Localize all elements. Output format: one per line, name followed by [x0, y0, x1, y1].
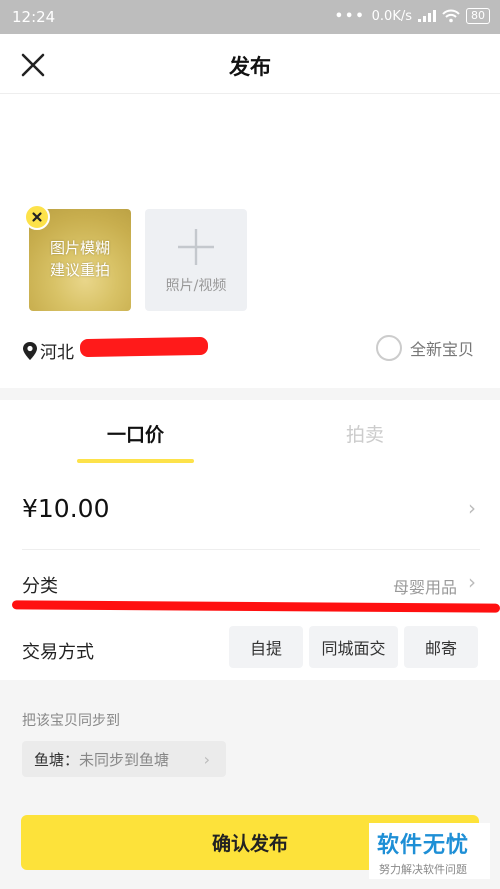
listing-form: ¥10.00 › 分类 母婴用品 › 交易方式 自提 同城面交 邮寄	[0, 466, 500, 680]
watermark-title: 软件无忧	[377, 833, 470, 858]
price-mode-tabs: 一口价 拍卖	[0, 400, 500, 466]
remove-x-icon	[32, 212, 42, 222]
category-value[interactable]: 母婴用品	[393, 574, 457, 598]
media-section: 图片模糊 建议重拍 照片/视频 河北 全新宝贝	[0, 94, 500, 388]
status-time: 12:24	[12, 8, 56, 26]
tab-fixed-price[interactable]: 一口价	[77, 420, 194, 447]
battery-icon: 80	[466, 8, 490, 24]
location-pin-icon	[23, 341, 37, 360]
signal-icon	[418, 10, 436, 22]
pond-key: 鱼塘：	[34, 750, 80, 769]
trade-method-label: 交易方式	[22, 642, 94, 663]
watermark-subtitle: 努力解决软件问题	[379, 863, 467, 876]
brand-new-toggle[interactable]: 全新宝贝	[375, 335, 474, 361]
remove-photo-button[interactable]	[24, 204, 50, 230]
brand-new-label: 全新宝贝	[409, 340, 474, 359]
add-media-label: 照片/视频	[165, 278, 227, 294]
plus-icon	[178, 229, 214, 265]
chevron-right-icon: ›	[203, 749, 210, 769]
watermark: 软件无忧 努力解决软件问题	[369, 823, 490, 879]
divider	[22, 549, 480, 550]
blur-hint: 图片模糊 建议重拍	[29, 237, 131, 281]
net-speed: 0.0K/s	[371, 8, 412, 24]
pond-sync-button[interactable]: 鱼塘： 未同步到鱼塘 ›	[22, 741, 226, 777]
more-dots-icon: •••	[334, 8, 366, 24]
underline-annotation	[11, 600, 500, 613]
tab-auction[interactable]: 拍卖	[310, 420, 420, 447]
blur-hint-line1: 图片模糊	[49, 239, 110, 257]
add-media-button[interactable]: 照片/视频	[145, 209, 247, 311]
price-field[interactable]: ¥10.00	[22, 494, 109, 523]
status-right: ••• 0.0K/s 80	[335, 8, 490, 24]
active-tab-indicator	[77, 459, 194, 463]
location[interactable]: 河北	[22, 338, 74, 363]
chevron-right-icon[interactable]: ›	[468, 570, 476, 594]
redaction-mark	[79, 336, 209, 358]
app-header: 发布	[0, 34, 500, 94]
wifi-icon	[442, 9, 460, 23]
trade-option-pickup[interactable]: 自提	[229, 626, 303, 668]
sync-section: 把该宝贝同步到 鱼塘： 未同步到鱼塘 ›	[0, 680, 500, 804]
pond-value: 未同步到鱼塘	[79, 750, 170, 769]
status-bar: 12:24 ••• 0.0K/s 80	[0, 0, 500, 34]
chevron-right-icon[interactable]: ›	[468, 496, 476, 520]
trade-option-local[interactable]: 同城面交	[309, 626, 398, 668]
trade-option-mail[interactable]: 邮寄	[404, 626, 478, 668]
blur-hint-line2: 建议重拍	[49, 261, 110, 279]
radio-circle-icon	[375, 335, 402, 361]
category-label: 分类	[22, 576, 58, 597]
location-text: 河北	[40, 343, 74, 363]
sync-label: 把该宝贝同步到	[22, 713, 120, 729]
page-title: 发布	[229, 55, 271, 79]
